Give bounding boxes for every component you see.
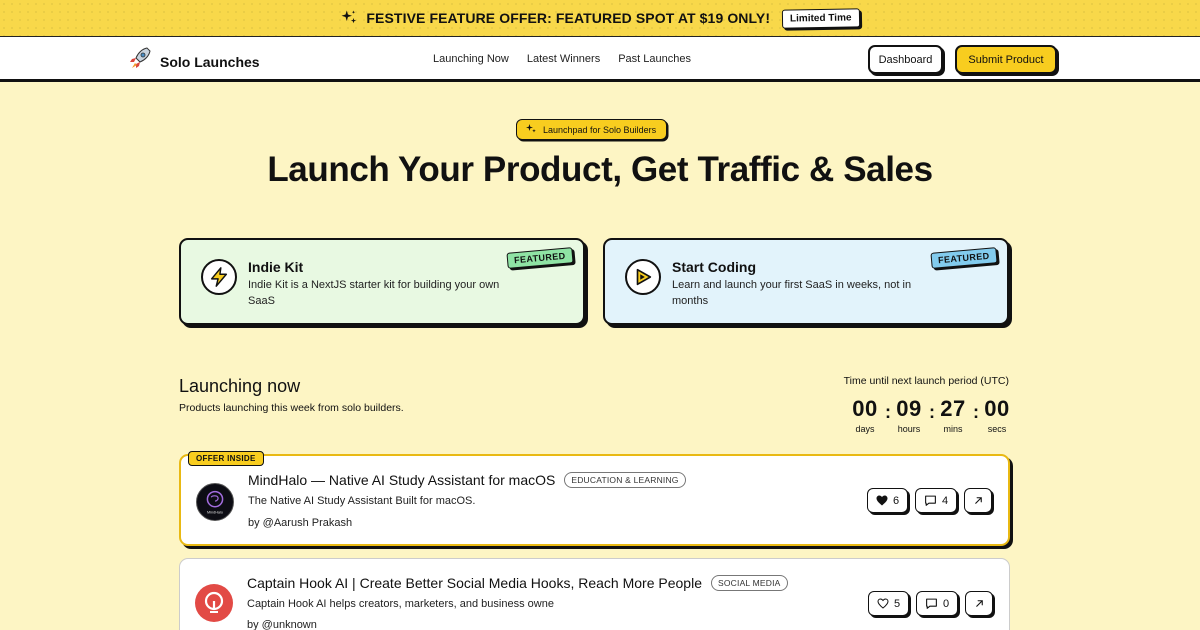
comment-icon bbox=[925, 495, 936, 506]
dashboard-button[interactable]: Dashboard bbox=[868, 45, 943, 74]
vote-count: 6 bbox=[892, 494, 900, 507]
play-icon bbox=[625, 259, 661, 295]
section-subtitle: Products launching this week from solo b… bbox=[179, 402, 404, 414]
pill-label: Launchpad for Solo Builders bbox=[543, 124, 657, 135]
banner-text: FESTIVE FEATURE OFFER: FEATURED SPOT AT … bbox=[366, 10, 771, 26]
featured-name: Indie Kit bbox=[248, 259, 304, 275]
countdown-hours: 09 hours bbox=[889, 396, 929, 434]
submit-product-button[interactable]: Submit Product bbox=[955, 45, 1057, 74]
countdown-days: 00 days bbox=[845, 396, 885, 434]
countdown-value: 00 bbox=[984, 396, 1010, 421]
countdown-timer: 00 days : 09 hours : 27 mins : 00 secs bbox=[845, 396, 1017, 434]
nav-past-launches[interactable]: Past Launches bbox=[618, 53, 691, 65]
sparkles-icon bbox=[525, 123, 537, 137]
featured-tag: FEATURED bbox=[506, 247, 574, 269]
featured-name: Start Coding bbox=[672, 259, 756, 275]
featured-card-start-coding[interactable]: Start Coding Learn and launch your first… bbox=[603, 238, 1009, 325]
product-title[interactable]: MindHalo — Native AI Study Assistant for… bbox=[248, 472, 555, 488]
product-title[interactable]: Captain Hook AI | Create Better Social M… bbox=[247, 575, 702, 591]
nav-latest-winners[interactable]: Latest Winners bbox=[527, 53, 600, 65]
countdown-label: Time until next launch period (UTC) bbox=[843, 375, 1009, 387]
upvote-button[interactable]: 5 bbox=[868, 591, 909, 616]
featured-card-indie-kit[interactable]: Indie Kit Indie Kit is a NextJS starter … bbox=[179, 238, 585, 325]
heart-outline-icon bbox=[877, 598, 889, 609]
comments-button[interactable]: 0 bbox=[916, 591, 958, 616]
hero-title: Launch Your Product, Get Traffic & Sales bbox=[267, 150, 933, 189]
visit-button[interactable] bbox=[965, 591, 993, 616]
product-actions: 6 4 bbox=[867, 488, 992, 513]
countdown-unit-label: hours bbox=[897, 424, 921, 434]
countdown-value: 27 bbox=[940, 396, 966, 421]
featured-description: Indie Kit is a NextJS starter kit for bu… bbox=[248, 279, 500, 307]
category-chip[interactable]: SOCIAL MEDIA bbox=[710, 575, 788, 591]
heart-filled-icon bbox=[876, 495, 888, 506]
featured-description: Learn and launch your first SaaS in week… bbox=[672, 279, 912, 307]
product-logo: MindHalo bbox=[196, 483, 234, 521]
visit-button[interactable] bbox=[964, 488, 992, 513]
product-author: by @Aarush Prakash bbox=[248, 517, 353, 529]
product-title-row: Captain Hook AI | Create Better Social M… bbox=[247, 575, 788, 591]
launchpad-pill: Launchpad for Solo Builders bbox=[516, 119, 668, 140]
product-card[interactable]: Captain Hook AI | Create Better Social M… bbox=[179, 558, 1010, 630]
countdown-unit-label: mins bbox=[943, 424, 963, 434]
rocket-icon bbox=[128, 46, 152, 77]
product-title-row: MindHalo — Native AI Study Assistant for… bbox=[248, 472, 686, 488]
product-author: by @unknown bbox=[247, 619, 317, 630]
product-actions: 5 0 bbox=[868, 591, 993, 616]
limited-time-badge: Limited Time bbox=[781, 7, 860, 29]
sparkles-icon bbox=[340, 9, 358, 27]
product-card[interactable]: OFFER INSIDE MindHalo MindHalo — Native … bbox=[179, 451, 1010, 546]
comment-icon bbox=[926, 598, 937, 609]
logo-text: Solo Launches bbox=[160, 53, 260, 70]
product-logo bbox=[195, 584, 233, 622]
comments-button[interactable]: 4 bbox=[915, 488, 957, 513]
vote-count: 5 bbox=[893, 597, 901, 610]
upvote-button[interactable]: 6 bbox=[867, 488, 908, 513]
offer-inside-badge: OFFER INSIDE bbox=[188, 451, 264, 466]
main-nav: Launching Now Latest Winners Past Launch… bbox=[433, 53, 691, 65]
external-link-icon bbox=[975, 600, 983, 607]
featured-tag: FEATURED bbox=[930, 247, 998, 269]
countdown-value: 00 bbox=[852, 396, 878, 421]
countdown-unit-label: days bbox=[855, 424, 875, 434]
countdown-secs: 00 secs bbox=[977, 396, 1017, 434]
product-description: Captain Hook AI helps creators, marketer… bbox=[247, 598, 554, 610]
section-title: Launching now bbox=[179, 376, 301, 396]
comment-count: 0 bbox=[942, 597, 950, 610]
category-chip[interactable]: EDUCATION & LEARNING bbox=[564, 472, 686, 488]
countdown-value: 09 bbox=[896, 396, 922, 421]
site-header: Solo Launches Launching Now Latest Winne… bbox=[0, 37, 1200, 82]
product-description: The Native AI Study Assistant Built for … bbox=[248, 495, 476, 507]
countdown-mins: 27 mins bbox=[933, 396, 973, 434]
lightning-icon bbox=[201, 259, 237, 295]
site-logo[interactable]: Solo Launches bbox=[128, 46, 260, 77]
promo-banner[interactable]: FESTIVE FEATURE OFFER: FEATURED SPOT AT … bbox=[0, 0, 1200, 37]
product-logo-text: MindHalo bbox=[207, 510, 223, 514]
comment-count: 4 bbox=[941, 494, 949, 507]
external-link-icon bbox=[974, 497, 982, 504]
nav-launching-now[interactable]: Launching Now bbox=[433, 53, 509, 65]
countdown-unit-label: secs bbox=[987, 424, 1007, 434]
